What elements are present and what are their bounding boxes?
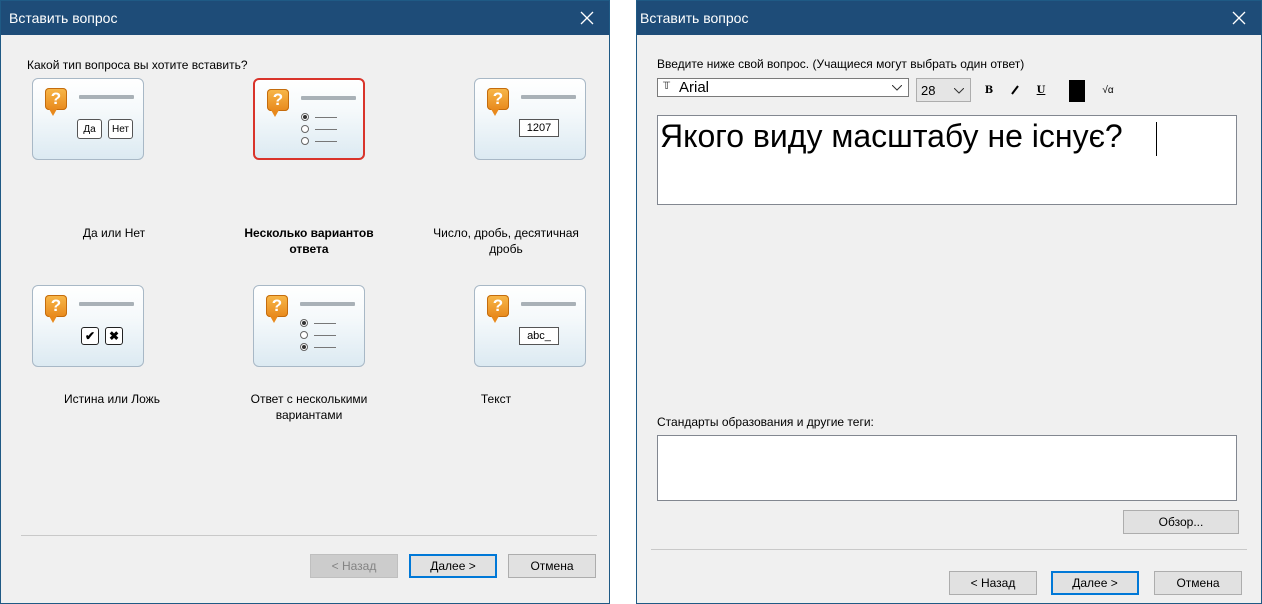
decor-line	[301, 96, 356, 100]
question-type-yes-no-card[interactable]: ? Да Нет	[32, 78, 144, 160]
question-type-text-card[interactable]: ? abc_	[474, 285, 586, 367]
mini-yes-button-icon: Да	[77, 119, 102, 139]
dialog-title: Вставить вопрос	[9, 10, 118, 26]
question-text: Якого виду масштабу не існує?	[660, 118, 1123, 154]
question-mark-icon: ?	[487, 88, 509, 116]
type-label-yes-no: Да или Нет	[82, 226, 146, 240]
dialog-title: Вставить вопрос	[640, 10, 749, 26]
decor-line	[315, 129, 337, 130]
divider	[651, 549, 1247, 550]
radio-icon	[300, 331, 308, 339]
cancel-button[interactable]: Отмена	[508, 554, 596, 578]
check-mark-icon: ✔	[81, 327, 99, 345]
mini-no-button-icon: Нет	[108, 119, 133, 139]
insert-question-dialog-type: Вставить вопрос Какой тип вопроса вы хот…	[0, 0, 610, 604]
decor-line	[314, 347, 336, 348]
type-label-multiple-choice: Несколько вариантов ответа	[244, 226, 374, 256]
chevron-down-icon	[892, 85, 902, 91]
question-mark-icon: ?	[45, 88, 67, 116]
question-mark-icon: ?	[45, 295, 67, 323]
cancel-button[interactable]: Отмена	[1154, 571, 1242, 595]
title-bar: Вставить вопрос	[1, 1, 609, 35]
font-size-value: 28	[921, 83, 936, 98]
question-type-prompt: Какой тип вопроса вы хотите вставить?	[27, 58, 248, 72]
next-button[interactable]: Далее >	[1051, 571, 1139, 595]
question-type-true-false-card[interactable]: ? ✔ ✖	[32, 285, 144, 367]
insert-question-dialog-editor: Вставить вопрос Введите ниже свой вопрос…	[636, 0, 1262, 604]
back-button[interactable]: < Назад	[310, 554, 398, 578]
question-type-numeric-card[interactable]: ? 1207	[474, 78, 586, 160]
close-button[interactable]	[565, 1, 609, 35]
font-family-select[interactable]: 𝕋 Arial	[657, 78, 909, 97]
decor-line	[79, 95, 134, 99]
equation-button[interactable]: √α	[1099, 82, 1117, 98]
italic-button[interactable]	[1007, 82, 1023, 98]
radio-icon	[301, 137, 309, 145]
decor-line	[521, 95, 576, 99]
radio-icon	[300, 343, 308, 351]
mini-number-box-icon: 1207	[519, 119, 559, 137]
chevron-down-icon	[954, 88, 964, 94]
font-type-icon: 𝕋	[663, 81, 671, 92]
question-mark-icon: ?	[266, 295, 288, 323]
mini-text-box-icon: abc_	[519, 327, 559, 345]
next-button[interactable]: Далее >	[409, 554, 497, 578]
font-size-select[interactable]: 28	[916, 78, 971, 102]
decor-line	[521, 302, 576, 306]
divider	[21, 535, 597, 536]
decor-line	[315, 117, 337, 118]
question-instruction: Введите ниже свой вопрос. (Учащиеся могу…	[657, 57, 1025, 71]
title-bar: Вставить вопрос	[637, 1, 1261, 35]
decor-line	[300, 302, 355, 306]
decor-line	[314, 323, 336, 324]
back-button[interactable]: < Назад	[949, 571, 1037, 595]
font-family-value: Arial	[679, 79, 710, 96]
radio-icon	[301, 113, 309, 121]
close-icon	[1232, 11, 1246, 25]
browse-button[interactable]: Обзор...	[1123, 510, 1239, 534]
underline-button[interactable]: U	[1033, 82, 1049, 98]
text-cursor	[1156, 122, 1157, 156]
close-icon	[580, 11, 594, 25]
close-button[interactable]	[1217, 1, 1261, 35]
question-type-multiple-response-card[interactable]: ?	[253, 285, 365, 367]
decor-line	[315, 141, 337, 142]
tags-label: Стандарты образования и другие теги:	[657, 415, 874, 429]
question-mark-icon: ?	[487, 295, 509, 323]
type-label-multiple-response: Ответ с несколькими вариантами	[250, 392, 368, 422]
decor-line	[314, 335, 336, 336]
type-label-true-false: Истина или Ложь	[64, 392, 160, 406]
dialog-content: Введите ниже свой вопрос. (Учащиеся могу…	[637, 35, 1261, 603]
question-type-multiple-choice-card[interactable]: ?	[253, 78, 365, 160]
question-text-editor[interactable]: Якого виду масштабу не існує?	[657, 115, 1237, 205]
cross-mark-icon: ✖	[105, 327, 123, 345]
question-mark-icon: ?	[267, 89, 289, 117]
italic-icon	[1011, 85, 1019, 95]
tags-input[interactable]	[657, 435, 1237, 501]
radio-icon	[300, 319, 308, 327]
bold-button[interactable]: B	[981, 82, 997, 98]
type-label-numeric: Число, дробь, десятичная дробь	[433, 226, 579, 256]
dialog-content: Какой тип вопроса вы хотите вставить? ? …	[1, 35, 609, 603]
radio-icon	[301, 125, 309, 133]
decor-line	[79, 302, 134, 306]
type-label-text: Текст	[480, 392, 512, 406]
text-color-button[interactable]	[1069, 80, 1085, 102]
